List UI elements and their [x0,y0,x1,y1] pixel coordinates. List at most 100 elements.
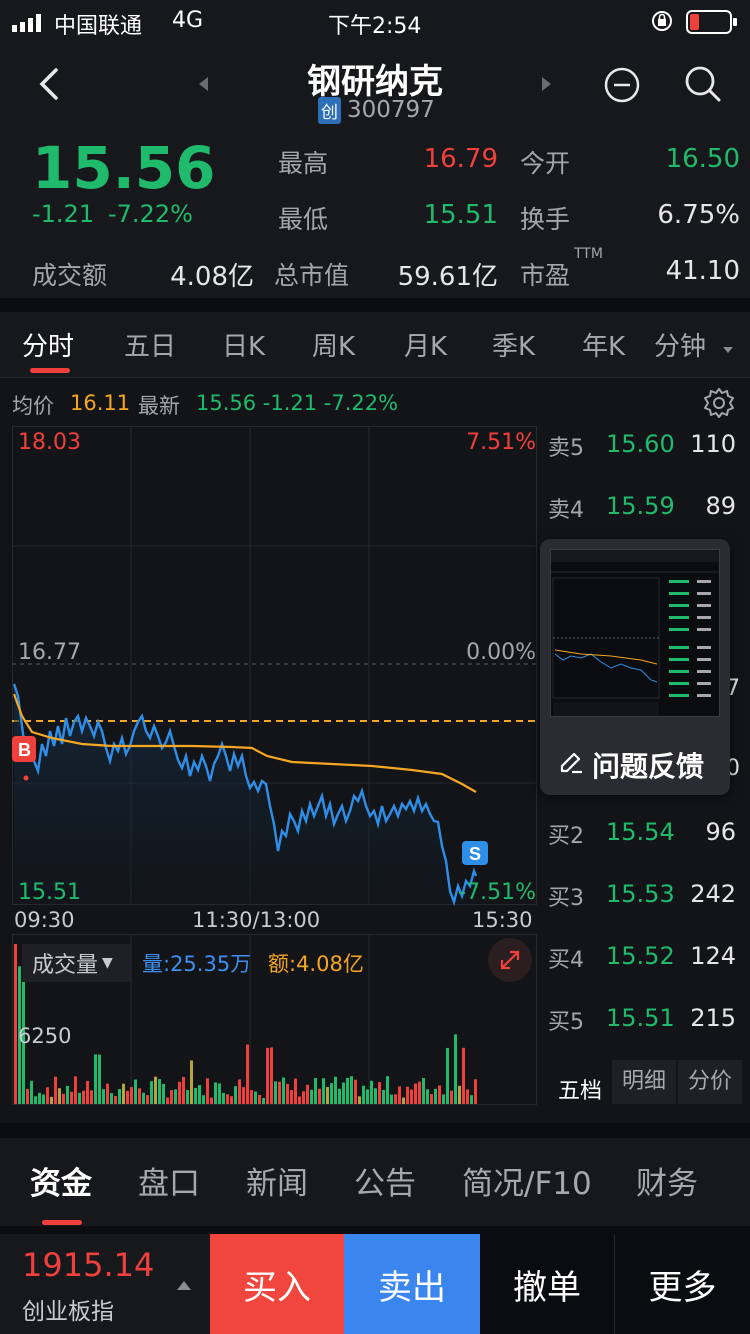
network: 4G [172,8,204,33]
sell5-label: 卖5 [548,436,584,461]
expand-up-icon[interactable] [176,1276,192,1290]
mcap-value: 59.61亿 [397,262,498,292]
tab-monthly-k[interactable]: 月K [404,326,447,363]
tab-funds[interactable]: 资金 [30,1158,92,1203]
price-change-pct: -7.22% [108,200,193,228]
volume-bar [430,1094,433,1104]
tab-intraday[interactable]: 分时 [22,326,74,363]
volume-bar [214,1082,217,1104]
volume-bar [286,1083,289,1104]
amount-label: 成交额 [32,261,108,290]
volume-bar [466,1089,469,1104]
tab-yearly-k[interactable]: 年K [582,326,625,363]
tab-orderbook[interactable]: 盘口 [138,1158,200,1203]
cancel-order-button[interactable]: 撤单 [480,1234,614,1334]
volume-bar [102,1089,105,1104]
volume-bar [450,1090,453,1104]
tab-announcements[interactable]: 公告 [354,1158,416,1203]
tab-f10[interactable]: 简况/F10 [462,1158,592,1203]
tab-weekly-k[interactable]: 周K [312,326,355,363]
volume-bar [250,1090,253,1104]
remove-watchlist-icon[interactable] [603,66,641,104]
volume-bar [26,1088,29,1104]
tab-quarterly-k[interactable]: 季K [492,326,535,363]
volume-bar [406,1086,409,1104]
volume-bar [278,1081,281,1104]
volume-bar [66,1085,69,1104]
edit-pencil-icon [558,749,584,775]
volume-bar [346,1077,349,1104]
volume-bar [98,1054,101,1104]
high-label: 最高 [278,149,329,178]
volume-bar [282,1077,285,1104]
open-label: 今开 [520,149,571,178]
sell-button[interactable]: 卖出 [344,1234,480,1334]
volume-bar [14,944,17,1104]
active-tab-indicator [30,368,70,373]
volume-bar [218,1083,221,1104]
orderbook-tab-five[interactable]: 五档 [548,1070,612,1114]
volume-bar [446,1047,449,1104]
settings-gear-icon[interactable] [702,386,736,420]
status-bar: 中国联通 4G 下午2:54 [0,0,750,44]
axis-top-pct: 7.51% [466,430,536,455]
volume-bar [306,1084,309,1104]
volume-bar [34,1096,37,1104]
next-stock-icon[interactable] [540,76,554,92]
search-icon[interactable] [683,64,723,104]
volume-bar [162,1083,165,1104]
volume-bar [362,1085,365,1104]
expand-chart-icon[interactable] [488,938,532,982]
carrier: 中国联通 [54,14,143,39]
buy2-row[interactable]: 买2 15.54 96 [540,816,740,856]
volume-bar [390,1094,393,1104]
price-change: -1.21 [32,200,95,228]
buy3-row[interactable]: 买3 15.53 242 [540,878,740,918]
sell4-row[interactable]: 卖4 15.59 89 [540,490,740,530]
screenshot-thumbnail[interactable] [550,549,720,717]
volume-bar [442,1094,445,1104]
signal-icon [12,13,48,32]
volume-bar [338,1088,341,1104]
more-button[interactable]: 更多 [614,1234,750,1334]
volume-bar [438,1085,441,1104]
volume-bar [126,1090,129,1104]
volume-bar [178,1081,181,1104]
volume-selector[interactable]: 成交量 ▼ [22,944,132,982]
orderbook-tab-price[interactable]: 分价 [678,1060,742,1104]
index-name: 创业板指 [22,1299,114,1325]
buy-button[interactable]: 买入 [210,1234,344,1334]
index-widget[interactable]: 1915.14 创业板指 [0,1234,210,1334]
period-tabs: 分时 五日 日K 周K 月K 季K 年K 分钟 [0,312,750,378]
volume-bar [70,1091,73,1104]
volume-bar [58,1088,61,1104]
dropdown-icon: ▼ [102,955,113,971]
feedback-popup[interactable]: 问题反馈 [540,539,730,795]
buy5-row[interactable]: 买5 15.51 215 [540,1002,740,1042]
axis-bottom-pct: -7.51% [458,880,536,905]
tab-minute[interactable]: 分钟 [654,326,706,363]
intraday-chart[interactable]: B S [12,426,538,1106]
tab-financials[interactable]: 财务 [636,1158,698,1203]
volume-bar [122,1083,125,1104]
volume-selector-label: 成交量 [32,953,99,978]
volume-bar [354,1079,357,1104]
buy4-row[interactable]: 买4 15.52 124 [540,940,740,980]
volume-bar [414,1083,417,1104]
tab-daily-k[interactable]: 日K [222,326,265,363]
buy2-label: 买2 [548,824,584,849]
stock-code: 300797 [347,97,435,123]
orderbook-tab-detail[interactable]: 明细 [612,1060,676,1104]
time-start: 09:30 [14,908,75,932]
volume-bar [374,1088,377,1104]
volume-bar [186,1090,189,1104]
tab-5day[interactable]: 五日 [124,326,176,363]
volume-bar [370,1080,373,1104]
buy5-label: 买5 [548,1010,584,1035]
minute-dropdown-icon[interactable] [722,340,734,353]
tab-news[interactable]: 新闻 [246,1158,308,1203]
sell5-row[interactable]: 卖5 15.60 110 [540,428,740,468]
volume-bar [118,1088,121,1104]
volume-bar [462,1047,465,1104]
volume-bar [470,1095,473,1104]
